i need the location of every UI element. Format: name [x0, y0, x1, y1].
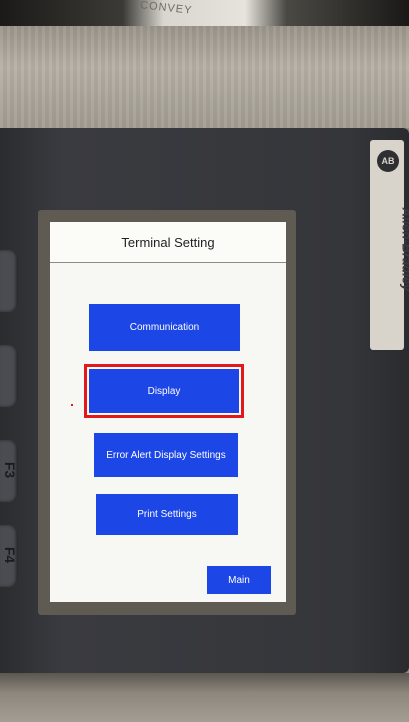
screen-title: Terminal Setting [50, 222, 286, 263]
error-alert-display-settings-button[interactable]: Error Alert Display Settings [94, 433, 238, 477]
background-label: CONVEY [139, 0, 193, 17]
bottom-steel [0, 673, 409, 722]
function-key-f4[interactable]: F4 [0, 525, 18, 587]
background-top-strip: CONVEY [0, 0, 409, 26]
function-key-f3[interactable]: F3 [0, 440, 18, 502]
f4-label: F4 [2, 546, 19, 564]
print-settings-button[interactable]: Print Settings [96, 494, 238, 535]
main-button[interactable]: Main [207, 566, 271, 594]
brand-name: Allen-Bradley [399, 207, 409, 292]
function-key-1[interactable] [0, 250, 18, 312]
ab-logo-icon: AB [377, 150, 399, 172]
function-key-2[interactable] [0, 345, 18, 407]
communication-button[interactable]: Communication [89, 304, 240, 351]
steel-panel [0, 26, 409, 128]
f3-label: F3 [2, 461, 19, 479]
display-button[interactable]: Display [84, 364, 244, 418]
screen-speck [71, 404, 73, 406]
touch-screen: Terminal Setting Communication Display E… [50, 222, 286, 602]
